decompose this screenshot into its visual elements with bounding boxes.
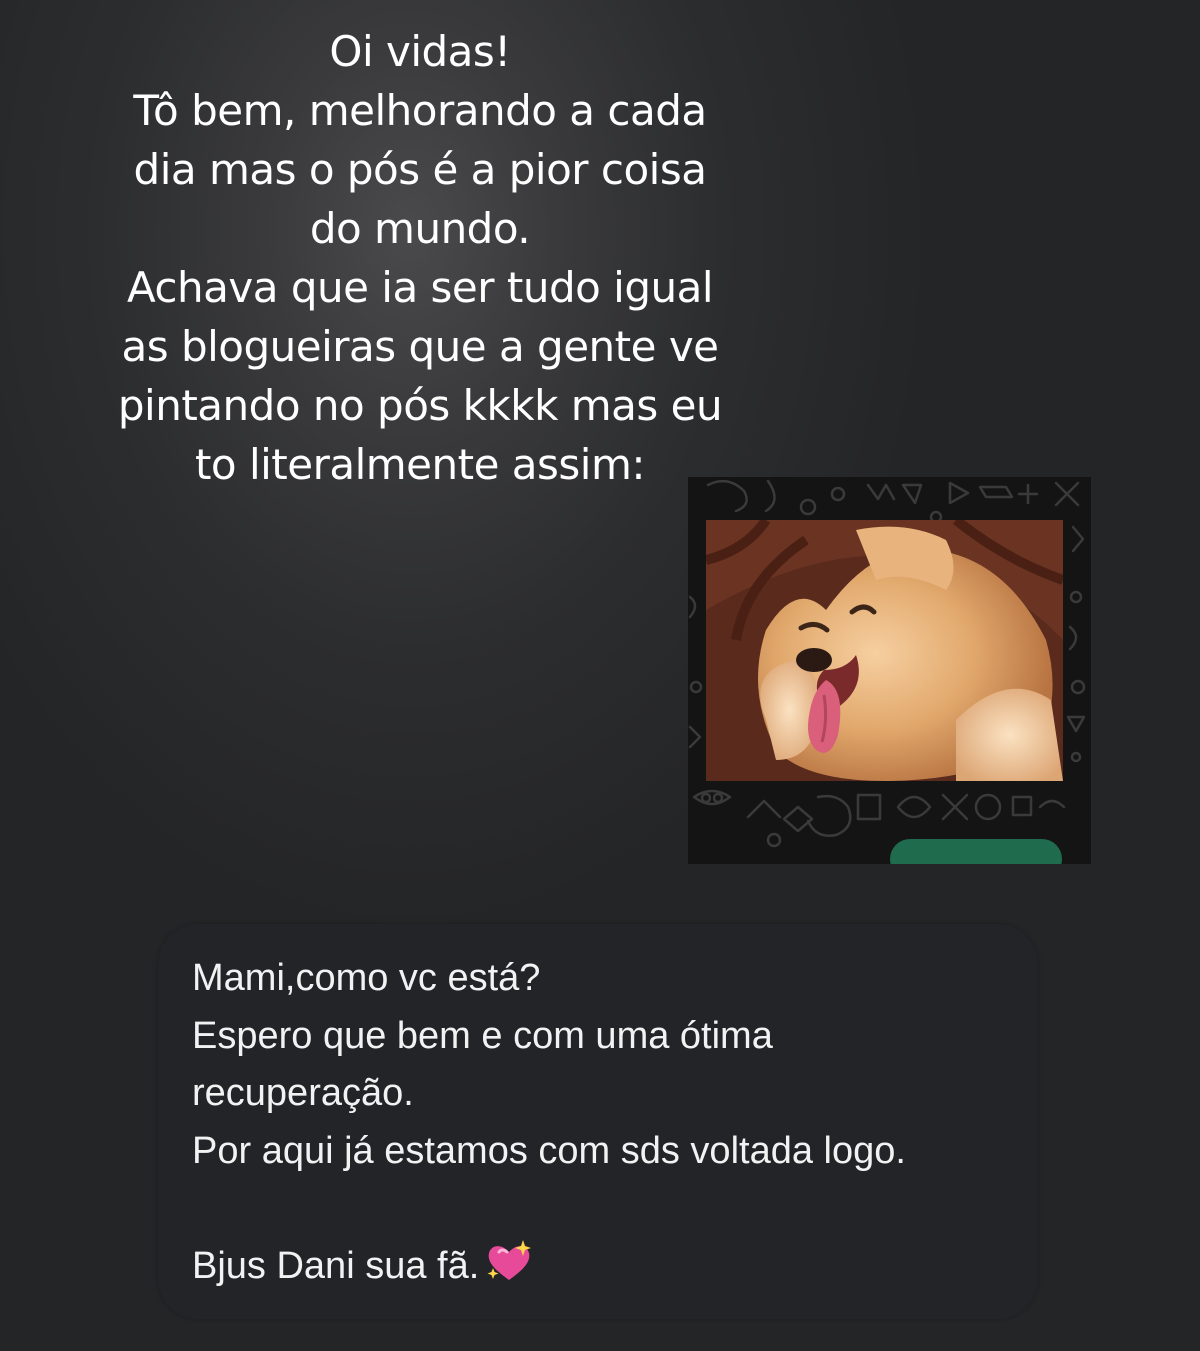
message-bubble: Mami,como vc está? Espero que bem e com … bbox=[158, 924, 1038, 1319]
caption-line: Tô bem, melhorando a cada bbox=[133, 86, 707, 135]
caption-line: to literalmente assim: bbox=[194, 440, 646, 489]
message-line: Mami,como vc está? bbox=[192, 957, 541, 999]
caption-line: Achava que ia ser tudo igual bbox=[126, 263, 714, 312]
caption-line: as blogueiras que a gente ve bbox=[121, 322, 719, 371]
sticker-screenshot bbox=[688, 477, 1091, 864]
dog-sticker-art bbox=[706, 520, 1063, 781]
message-line: Por aqui já estamos com sds voltada logo… bbox=[192, 1129, 906, 1172]
dog-sticker bbox=[706, 520, 1063, 781]
story-caption: Oi vidas! Tô bem, melhorando a cada dia … bbox=[60, 22, 780, 494]
message-line: recuperação. bbox=[192, 1072, 414, 1114]
caption-line: dia mas o pós é a pior coisa bbox=[133, 145, 707, 194]
caption-line: Oi vidas! bbox=[329, 27, 511, 76]
caption-line: pintando no pós kkkk mas eu bbox=[117, 381, 723, 430]
message-line bbox=[192, 1180, 1022, 1238]
sparkling-heart-icon bbox=[485, 1238, 533, 1304]
message-signoff-line: Bjus Dani sua fã. bbox=[192, 1238, 1022, 1304]
caption-line: do mundo. bbox=[309, 204, 531, 253]
message-signoff: Bjus Dani sua fã. bbox=[192, 1244, 480, 1287]
message-text: Mami,como vc está? Espero que bem e com … bbox=[192, 950, 1022, 1303]
message-line: Espero que bem e com uma ótima bbox=[192, 1014, 773, 1057]
time-pill bbox=[890, 839, 1062, 864]
